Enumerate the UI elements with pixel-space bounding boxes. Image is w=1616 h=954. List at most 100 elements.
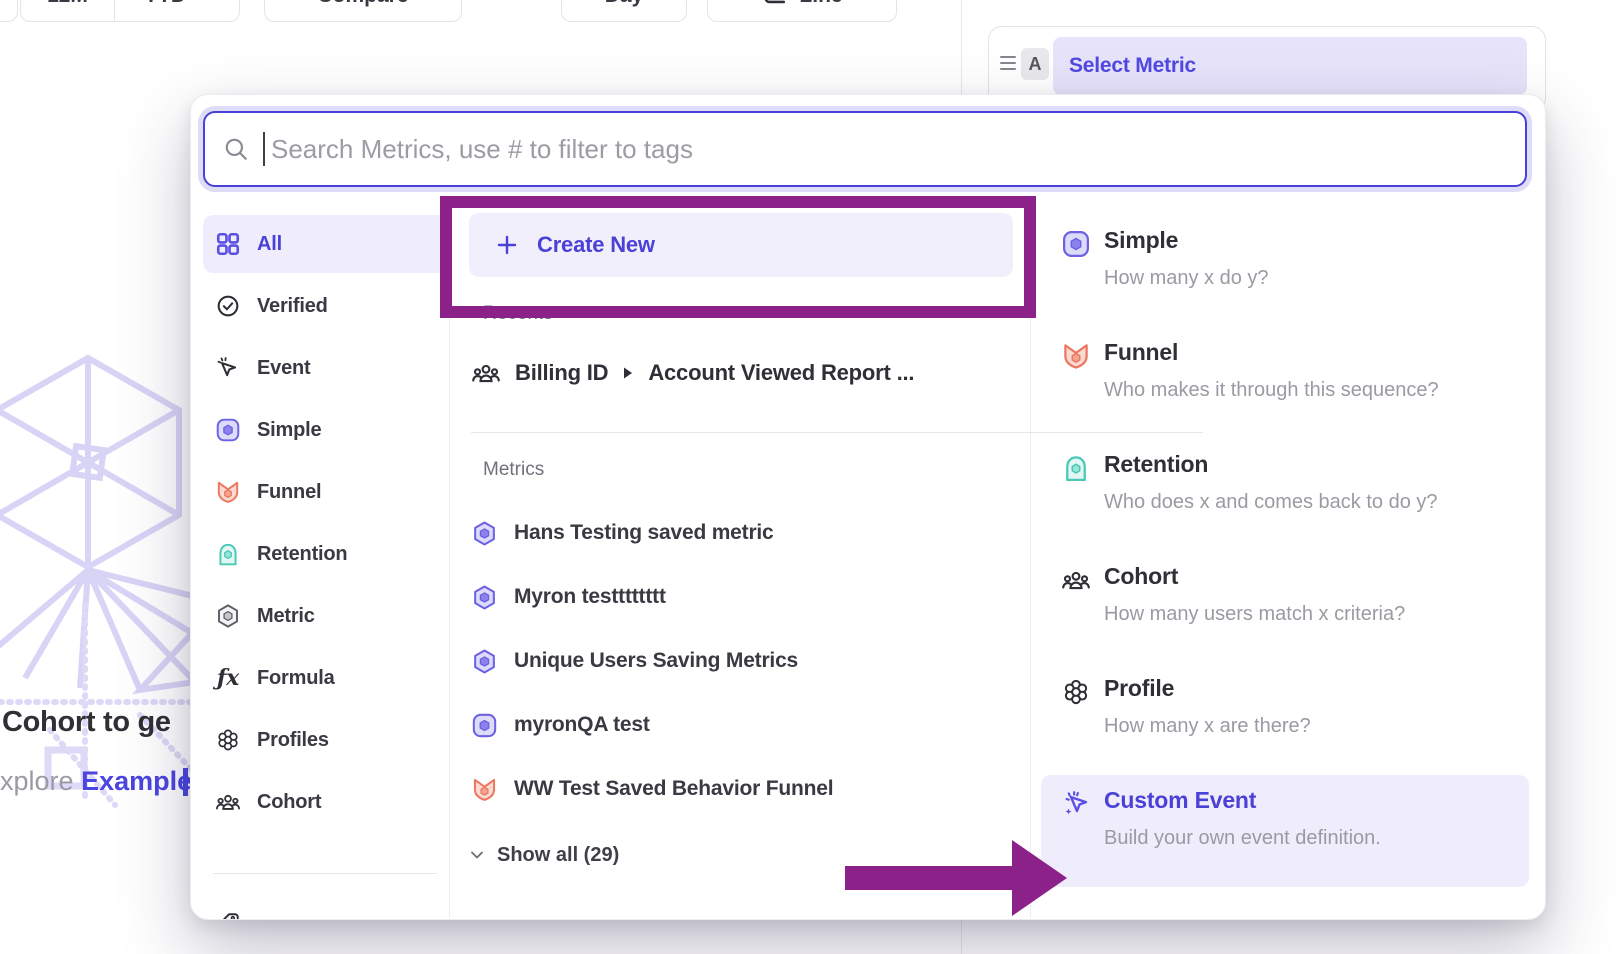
saved-metric-row[interactable]: myronQA test (471, 701, 650, 749)
category-formula[interactable]: ƒx Formula (203, 649, 449, 707)
type-title: Profile (1104, 675, 1174, 702)
background-subtext-fragment: xplore Example (0, 766, 190, 797)
annotation-arrow (845, 866, 1015, 890)
type-profile[interactable]: Profile How many x are there? (1031, 671, 1546, 775)
grid-icon (215, 231, 241, 257)
example-link[interactable]: Example (81, 766, 190, 796)
category-metric[interactable]: Metric (203, 587, 449, 645)
category-label: Metric (257, 605, 315, 628)
category-label: Retention (257, 543, 347, 566)
saved-metric-label: Hans Testing saved metric (514, 521, 774, 545)
category-profiles[interactable]: Profiles (203, 711, 449, 769)
cohort-icon (1061, 565, 1091, 595)
type-retention[interactable]: Retention Who does x and comes back to d… (1031, 447, 1546, 551)
series-a-badge: A (1021, 48, 1049, 80)
type-custom-event[interactable]: Custom Event Build your own event defini… (1031, 783, 1546, 887)
range-ytd-button[interactable]: YTD (114, 0, 239, 21)
formula-icon: ƒx (215, 665, 241, 691)
type-title: Simple (1104, 227, 1178, 254)
profiles-icon (1061, 677, 1091, 707)
category-funnel[interactable]: Funnel (203, 463, 449, 521)
metric-hex-icon (471, 648, 498, 675)
type-title: Retention (1104, 451, 1208, 478)
profiles-icon (215, 727, 241, 753)
text-cursor (263, 132, 265, 166)
drag-handle-icon[interactable] (1000, 56, 1016, 74)
date-range-segmented-control: 12M YTD (20, 0, 240, 22)
funnel-icon (471, 776, 498, 803)
funnel-icon (215, 479, 241, 505)
compare-label: Compare (317, 0, 408, 8)
type-description: How many x do y? (1104, 267, 1269, 290)
saved-metric-label: Unique Users Saving Metrics (514, 649, 798, 673)
annotation-arrow-head (1012, 840, 1067, 916)
saved-metric-row[interactable]: Hans Testing saved metric (471, 509, 774, 557)
category-simple[interactable]: Simple (203, 401, 449, 459)
cohort-icon (215, 789, 241, 815)
type-cohort[interactable]: Cohort How many users match x criteria? (1031, 559, 1546, 663)
type-title: Custom Event (1104, 787, 1256, 814)
retention-icon (215, 541, 241, 567)
verified-icon (215, 293, 241, 319)
type-description: How many users match x criteria? (1104, 603, 1405, 626)
interval-label: Day (605, 0, 644, 8)
interval-day-button[interactable]: Day (561, 0, 687, 22)
category-retention[interactable]: Retention (203, 525, 449, 583)
recent-item-primary: Billing ID (515, 360, 608, 386)
category-cohort[interactable]: Cohort (203, 773, 449, 831)
cohort-icon (471, 358, 501, 388)
type-title: Cohort (1104, 563, 1178, 590)
type-description: Who does x and comes back to do y? (1104, 491, 1438, 514)
retention-icon (1061, 453, 1091, 483)
toolbar-fragment-button[interactable] (0, 0, 18, 22)
range-ytd-label: YTD (144, 0, 186, 8)
saved-metric-row[interactable]: Myron testttttttt (471, 573, 666, 621)
category-verified[interactable]: Verified (203, 277, 449, 335)
compare-button[interactable]: Compare (264, 0, 462, 22)
category-label: Profiles (257, 729, 329, 752)
saved-metric-row[interactable]: WW Test Saved Behavior Funnel (471, 765, 833, 813)
range-12m-button[interactable]: 12M (21, 0, 114, 21)
select-metric-pill[interactable]: Select Metric (1053, 37, 1527, 95)
category-label: Cohort (257, 791, 321, 814)
show-all-button[interactable]: Show all (29) (467, 839, 619, 871)
category-event[interactable]: Event (203, 339, 449, 397)
type-simple[interactable]: Simple How many x do y? (1031, 223, 1546, 327)
type-description: How many x are there? (1104, 715, 1311, 738)
funnel-icon (1061, 341, 1091, 371)
sidebar-divider (213, 873, 437, 874)
metric-search-box (203, 111, 1527, 187)
range-12m-label: 12M (47, 0, 88, 8)
custom-event-icon (1061, 789, 1091, 819)
saved-metric-row[interactable]: Unique Users Saving Metrics (471, 637, 798, 685)
breadcrumb-arrow-icon (622, 366, 634, 380)
category-label: Event (257, 357, 310, 380)
metric-hex-icon (471, 584, 498, 611)
chart-type-line-button[interactable]: Line (707, 0, 897, 22)
category-label: Simple (257, 419, 321, 442)
clipped-glyph-fragment (183, 768, 188, 796)
subtext-gray: xplore (0, 766, 74, 796)
recent-item-row[interactable]: Billing ID Account Viewed Report ... (471, 351, 914, 395)
event-icon (215, 355, 241, 381)
simple-icon (1061, 229, 1091, 259)
tag-icon (215, 911, 241, 920)
saved-metric-label: WW Test Saved Behavior Funnel (514, 777, 833, 801)
metrics-section-title: Metrics (483, 459, 544, 481)
category-label: Formula (257, 667, 335, 690)
category-label: Funnel (257, 481, 321, 504)
category-tags-clipped[interactable] (203, 895, 449, 920)
search-input[interactable] (269, 133, 1507, 166)
metric-picker-screen: 12M YTD Compare Day Line (0, 0, 1616, 954)
simple-icon (471, 712, 498, 739)
metric-hex-icon (471, 520, 498, 547)
chevron-down-icon (194, 0, 210, 4)
simple-icon (215, 417, 241, 443)
category-label: All (257, 233, 282, 256)
chart-type-label: Line (799, 0, 842, 8)
saved-metric-label: Myron testttttttt (514, 585, 666, 609)
type-funnel[interactable]: Funnel Who makes it through this sequenc… (1031, 335, 1546, 439)
recent-item-secondary: Account Viewed Report ... (648, 360, 914, 386)
saved-metric-label: myronQA test (514, 713, 650, 737)
category-all[interactable]: All (203, 215, 449, 273)
